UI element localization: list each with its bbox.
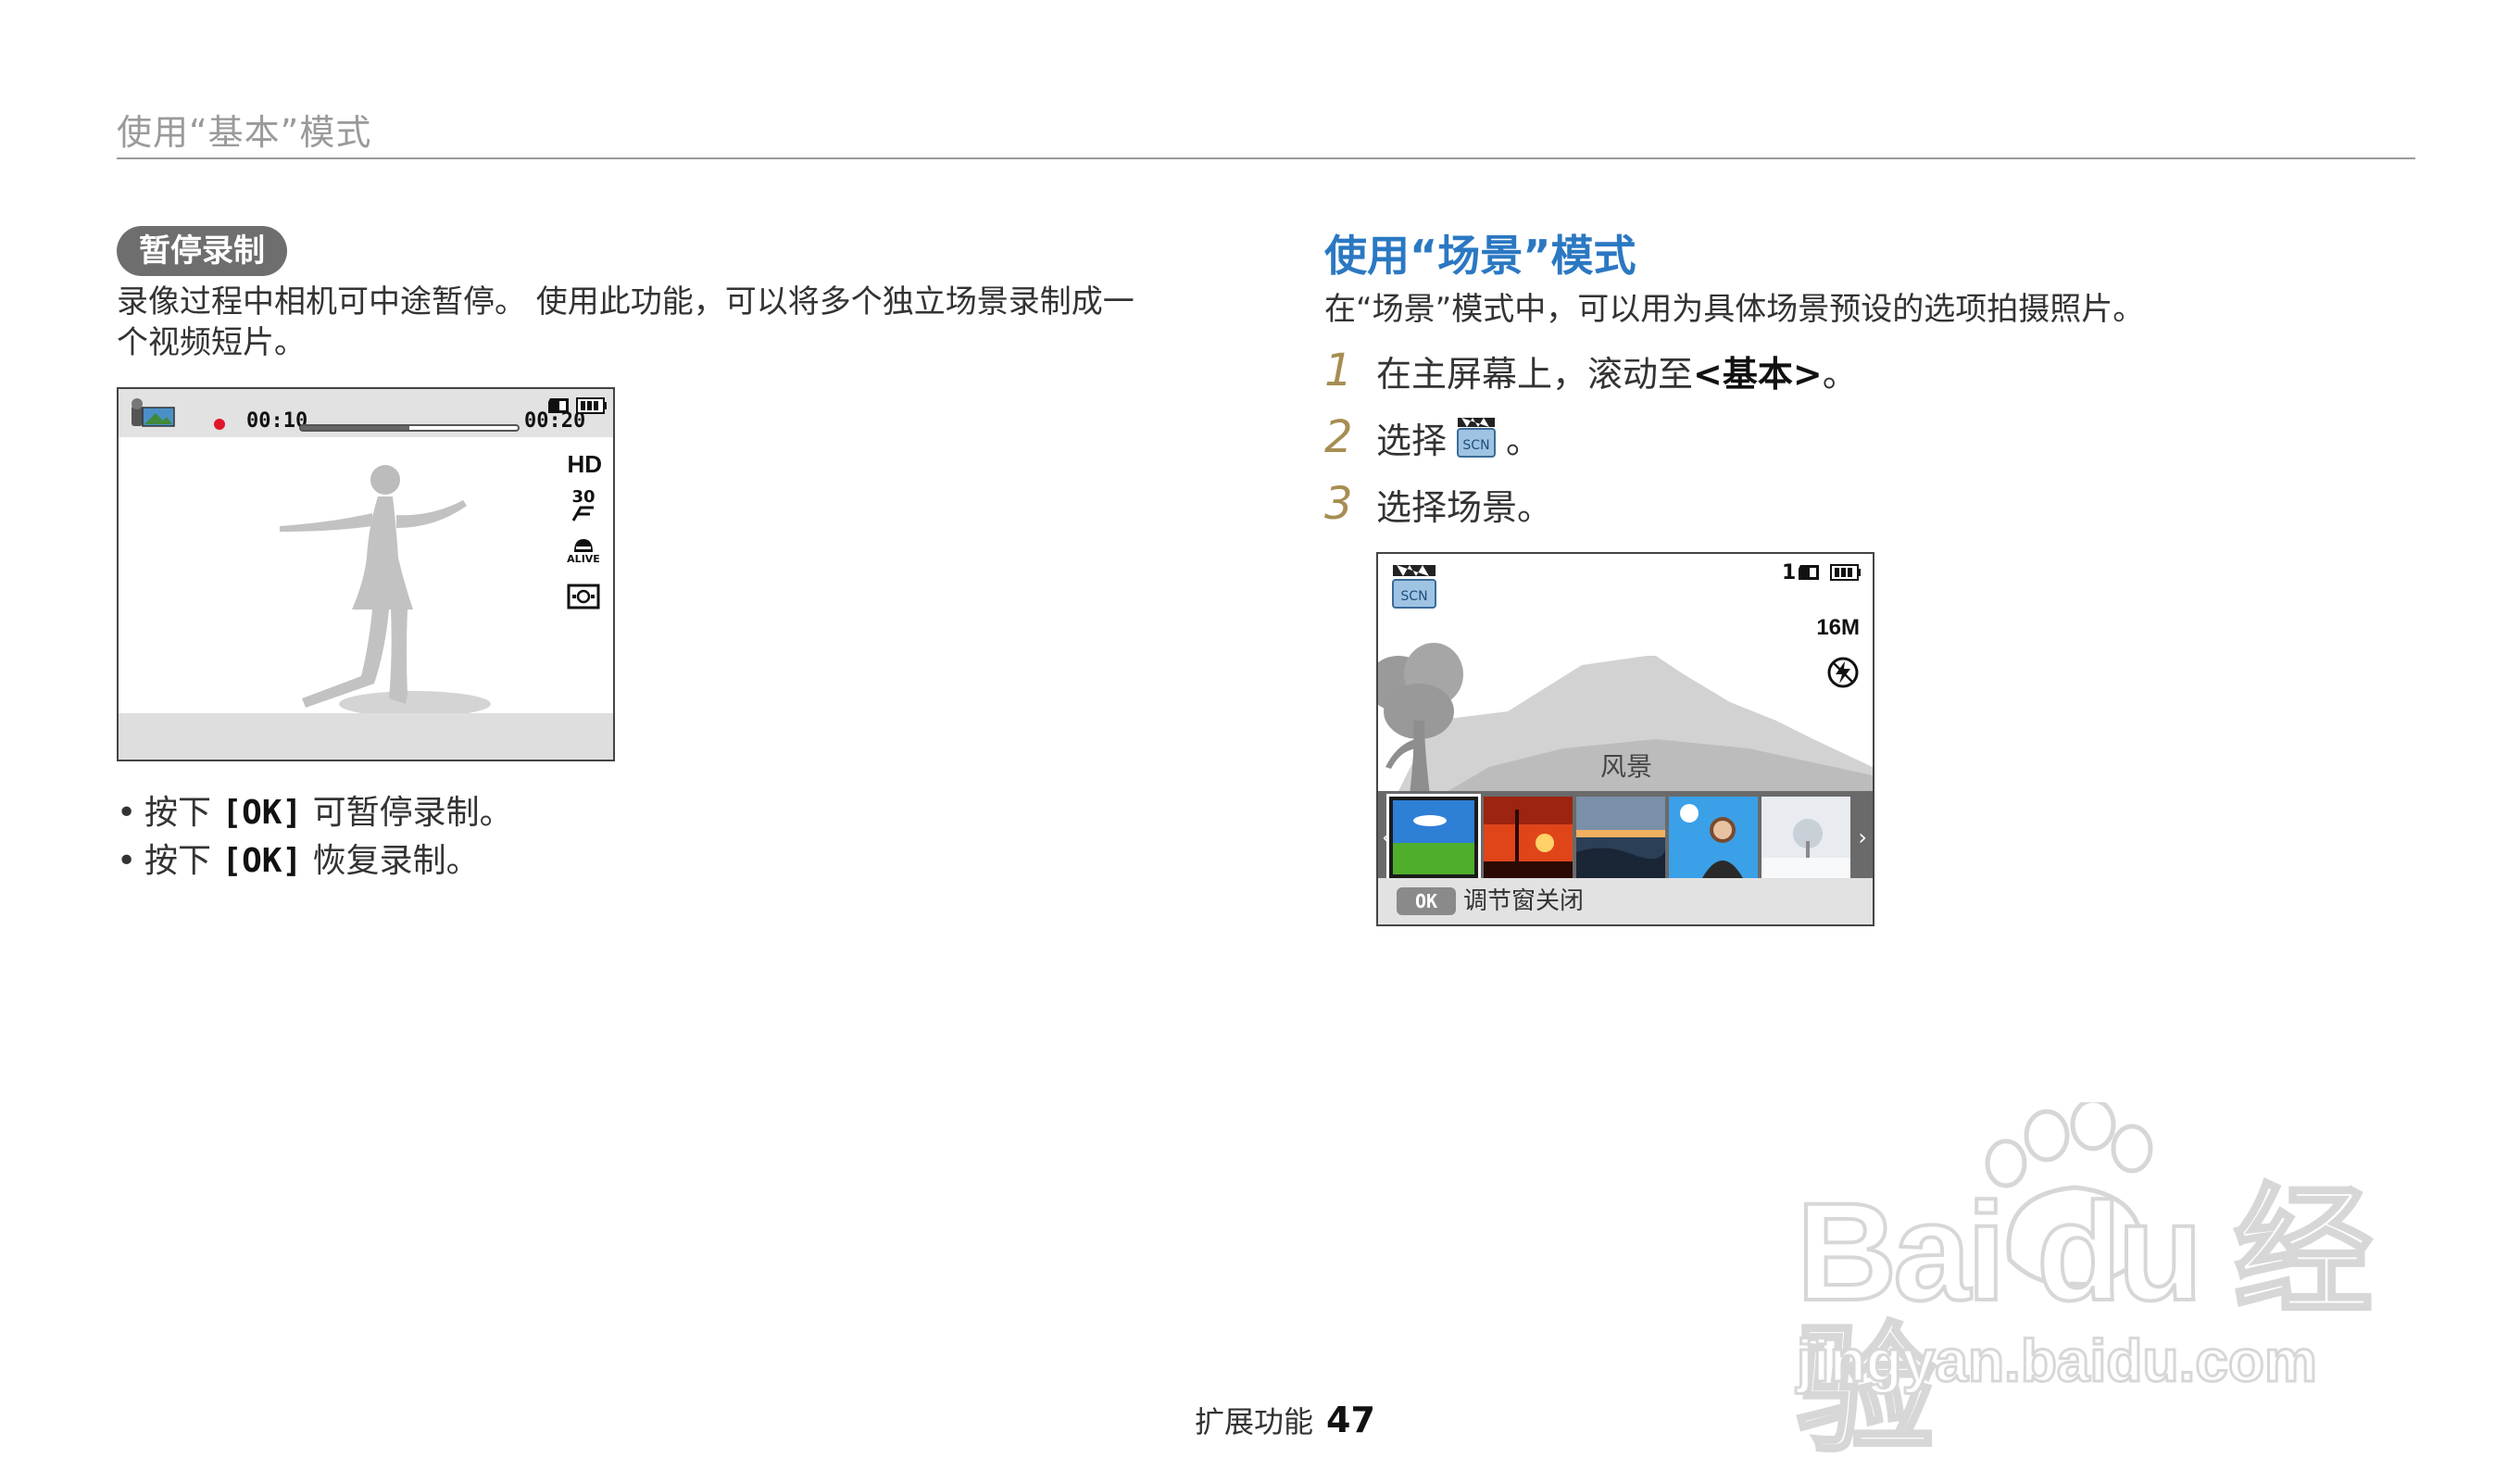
memory-card-icon [1797,563,1823,582]
landscape-illustration [1378,554,1873,832]
bullet-text: 按下 [144,842,222,880]
scene-mode-icon: SCN [1452,414,1500,460]
resolution-label: 16M [1816,615,1860,640]
page-footer: 扩展功能 47 [1195,1399,1375,1441]
step-2: 2 选择 SCN 。 [1324,411,1541,463]
pause-description: 录像过程中相机可中途暂停。 使用此功能，可以将多个独立场景录制成一 个视频短片。 [117,282,1228,363]
scene-selection-screen: SCN 1 16M 风景 ‹ › OK 调节窗关闭 [1376,552,1874,926]
recording-progress-bar [299,424,520,432]
step-text: 选择场景。 [1376,486,1553,528]
step-number: 3 [1324,478,1353,530]
scene-thumb-dawn[interactable] [1576,797,1665,878]
step-text: 。 [1506,420,1542,461]
fps-icon: 30 [567,485,600,526]
bullet-text: 按下 [144,794,222,832]
video-recording-screen: 00:10 00:20 HD 30 ALIVE [117,387,615,761]
step-1: 1 在主屏幕上，滚动至 <基本>。 [1324,345,1858,396]
baidu-jingyan-watermark: Bai du 经验 jingyan.baidu.com [1795,1098,2408,1462]
header-divider [117,157,2415,159]
smart-alive-icon: ALIVE [563,532,604,569]
step-number: 1 [1324,345,1353,396]
scene-mode-description: 在“场景”模式中，可以用为具体场景预设的选项拍摄照片。 [1324,291,2145,328]
footer-section-label: 扩展功能 [1195,1404,1314,1439]
step-text: 。 [1822,353,1858,395]
scene-name-label: 风景 [1600,751,1653,782]
bullet-text: 可暂停录制。 [302,794,513,832]
ok-button[interactable]: OK [1397,887,1456,915]
flash-off-icon [1826,656,1860,689]
battery-icon [1830,563,1862,582]
alive-label: ALIVE [567,553,600,565]
scene-thumb-backlight[interactable] [1669,797,1758,878]
chevron-right-icon[interactable]: › [1858,824,1867,850]
scn-label: SCN [1400,589,1428,604]
step-text: 在主屏幕上，滚动至 [1376,353,1694,395]
camcorder-mode-icon [130,396,178,432]
watermark-url: jingyan.baidu.com [1796,1327,2319,1395]
watermark-brand: Bai du 经验 [1795,1174,2375,1468]
scene-thumbnail-strip[interactable]: ‹ › [1378,791,1873,884]
scene-thumb-snow[interactable] [1761,797,1850,878]
screen-bottom-bar [119,713,613,760]
step-number: 2 [1324,411,1353,463]
recording-progress-fill [301,426,409,430]
fps-label: 30 [571,487,596,507]
pause-description-line-2: 个视频短片。 [117,324,306,361]
step-text: 选择 [1376,420,1448,461]
step-3: 3 选择场景。 [1324,478,1552,530]
hd-quality-label: HD [567,450,602,478]
section-pill-pause-recording: 暂停录制 [117,226,287,276]
shots-remaining: 1 [1782,561,1797,584]
list-item: 按下 [OK] 恢复录制。 [117,837,513,886]
dancing-woman-illustration [276,461,498,730]
step-bold-text: <基本> [1693,353,1823,395]
bullet-text: 恢复录制。 [302,842,480,880]
battery-icon [576,396,608,415]
page-number: 47 [1326,1400,1375,1440]
pause-description-line-1: 录像过程中相机可中途暂停。 使用此功能，可以将多个独立场景录制成一 [117,283,1135,320]
ok-key-label: [OK] [221,794,303,832]
recording-dot-icon [214,419,225,430]
ok-key-label: [OK] [221,842,303,880]
close-adjust-window-label: 调节窗关闭 [1463,887,1585,915]
page-header-title: 使用“基本”模式 [117,112,372,153]
metering-icon [567,584,600,609]
pause-instructions-list: 按下 [OK] 可暂停录制。 按下 [OK] 恢复录制。 [117,789,513,886]
scene-thumb-landscape[interactable] [1386,794,1481,881]
svg-text:SCN: SCN [1462,438,1489,453]
scene-mode-title: 使用“场景”模式 [1324,231,1636,281]
memory-card-icon [546,396,572,415]
list-item: 按下 [OK] 可暂停录制。 [117,789,513,837]
scene-thumb-sunset[interactable] [1484,797,1573,878]
